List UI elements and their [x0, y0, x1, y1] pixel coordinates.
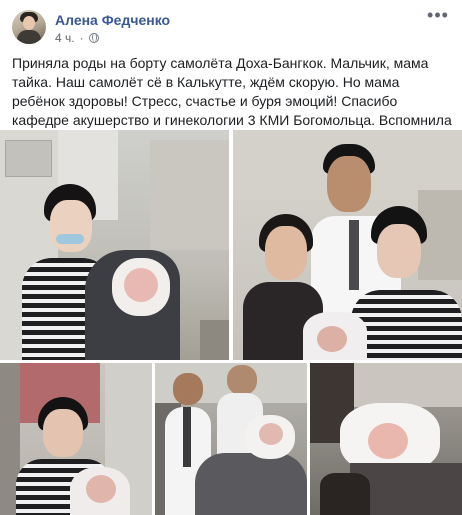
post-meta: 4 ч. · [55, 31, 99, 45]
post-photo-5[interactable] [310, 363, 462, 515]
author-avatar[interactable] [12, 10, 46, 44]
facebook-post: Алена Федченко 4 ч. · ••• Приняла роды н… [0, 0, 462, 515]
post-photo-4[interactable] [155, 363, 307, 515]
post-photo-2[interactable] [233, 130, 462, 360]
globe-icon [88, 33, 99, 43]
more-options-icon[interactable]: ••• [426, 6, 450, 28]
post-photo-1[interactable] [0, 130, 229, 360]
post-photo-3[interactable] [0, 363, 152, 515]
author-name[interactable]: Алена Федченко [55, 12, 170, 28]
post-timestamp[interactable]: 4 ч. [55, 31, 75, 45]
